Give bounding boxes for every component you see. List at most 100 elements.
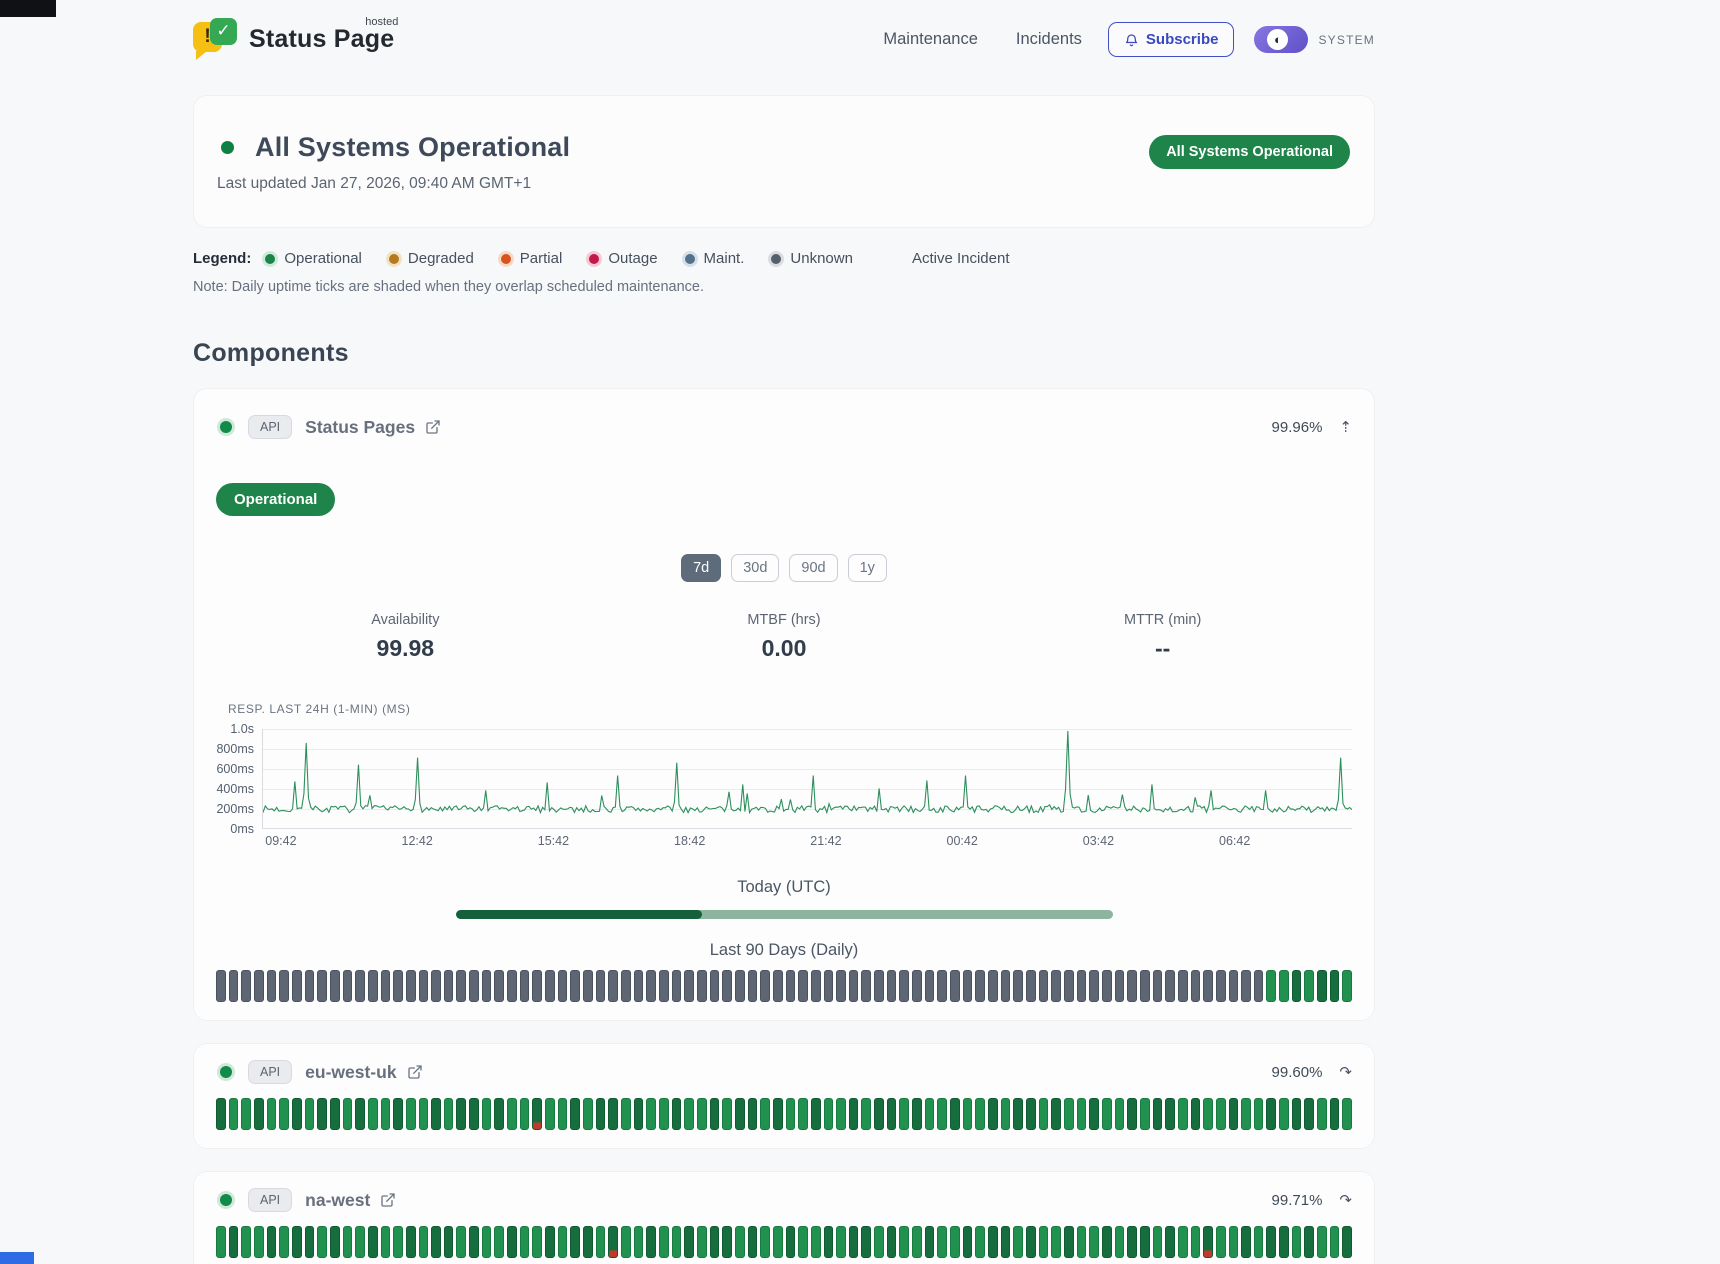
- uptime-tick[interactable]: [520, 1098, 530, 1130]
- uptime-tick[interactable]: [1001, 1226, 1011, 1258]
- uptime-tick[interactable]: [1178, 1226, 1188, 1258]
- uptime-tick[interactable]: [672, 1226, 682, 1258]
- expand-cycle-arrow-icon[interactable]: ↷: [1339, 1065, 1352, 1080]
- uptime-tick[interactable]: [861, 970, 871, 1002]
- uptime-tick[interactable]: [988, 1098, 998, 1130]
- uptime-tick[interactable]: [646, 1098, 656, 1130]
- uptime-tick[interactable]: [748, 1098, 758, 1130]
- uptime-tick[interactable]: [1153, 970, 1163, 1002]
- uptime-tick[interactable]: [1292, 1226, 1302, 1258]
- uptime-tick[interactable]: [1266, 1098, 1276, 1130]
- uptime-tick[interactable]: [988, 1226, 998, 1258]
- uptime-tick[interactable]: [254, 970, 264, 1002]
- uptime-tick[interactable]: [1254, 1098, 1264, 1130]
- uptime-tick[interactable]: [887, 1226, 897, 1258]
- uptime-tick[interactable]: [317, 1098, 327, 1130]
- uptime-tick[interactable]: [1241, 970, 1251, 1002]
- uptime-tick[interactable]: [697, 1226, 707, 1258]
- uptime-tick[interactable]: [773, 970, 783, 1002]
- uptime-tick[interactable]: [963, 970, 973, 1002]
- external-link-icon[interactable]: [380, 1192, 396, 1208]
- uptime-tick[interactable]: [241, 1098, 251, 1130]
- uptime-tick[interactable]: [621, 970, 631, 1002]
- uptime-tick[interactable]: [1203, 1098, 1213, 1130]
- uptime-tick[interactable]: [1229, 1226, 1239, 1258]
- uptime-tick[interactable]: [1317, 1226, 1327, 1258]
- uptime-tick[interactable]: [697, 1098, 707, 1130]
- uptime-tick[interactable]: [431, 970, 441, 1002]
- uptime-tick[interactable]: [305, 1098, 315, 1130]
- uptime-tick[interactable]: [482, 1098, 492, 1130]
- uptime-tick[interactable]: [608, 1226, 618, 1258]
- uptime-tick[interactable]: [912, 1098, 922, 1130]
- uptime-tick[interactable]: [786, 1098, 796, 1130]
- uptime-tick[interactable]: [684, 970, 694, 1002]
- uptime-tick[interactable]: [874, 970, 884, 1002]
- uptime-tick[interactable]: [419, 970, 429, 1002]
- uptime-tick[interactable]: [1191, 1226, 1201, 1258]
- uptime-tick[interactable]: [1077, 1098, 1087, 1130]
- uptime-tick[interactable]: [267, 970, 277, 1002]
- uptime-tick[interactable]: [482, 1226, 492, 1258]
- range-button-7d[interactable]: 7d: [681, 554, 721, 582]
- uptime-tick[interactable]: [419, 1098, 429, 1130]
- uptime-tick[interactable]: [507, 1098, 517, 1130]
- uptime-tick[interactable]: [786, 970, 796, 1002]
- uptime-tick[interactable]: [279, 970, 289, 1002]
- uptime-tick[interactable]: [494, 970, 504, 1002]
- uptime-tick[interactable]: [975, 1226, 985, 1258]
- uptime-tick[interactable]: [925, 970, 935, 1002]
- uptime-tick[interactable]: [1102, 1226, 1112, 1258]
- uptime-tick[interactable]: [406, 1098, 416, 1130]
- uptime-tick[interactable]: [241, 970, 251, 1002]
- uptime-tick[interactable]: [1039, 1098, 1049, 1130]
- uptime-tick[interactable]: [216, 970, 226, 1002]
- uptime-tick[interactable]: [950, 1098, 960, 1130]
- uptime-tick[interactable]: [1165, 970, 1175, 1002]
- uptime-tick[interactable]: [937, 970, 947, 1002]
- uptime-tick[interactable]: [1140, 1098, 1150, 1130]
- uptime-tick[interactable]: [1153, 1098, 1163, 1130]
- uptime-tick[interactable]: [646, 970, 656, 1002]
- uptime-tick[interactable]: [1330, 1226, 1340, 1258]
- uptime-tick[interactable]: [431, 1226, 441, 1258]
- uptime-tick[interactable]: [1178, 1098, 1188, 1130]
- uptime-tick[interactable]: [1013, 1098, 1023, 1130]
- uptime-tick[interactable]: [254, 1098, 264, 1130]
- uptime-tick[interactable]: [659, 970, 669, 1002]
- uptime-tick[interactable]: [1115, 1098, 1125, 1130]
- nav-link-maintenance[interactable]: Maintenance: [883, 30, 977, 49]
- range-button-1y[interactable]: 1y: [848, 554, 887, 582]
- uptime-tick[interactable]: [950, 970, 960, 1002]
- uptime-tick[interactable]: [596, 1098, 606, 1130]
- uptime-tick[interactable]: [393, 1098, 403, 1130]
- uptime-tick[interactable]: [279, 1098, 289, 1130]
- uptime-tick[interactable]: [836, 1226, 846, 1258]
- uptime-tick[interactable]: [824, 970, 834, 1002]
- range-button-30d[interactable]: 30d: [731, 554, 779, 582]
- uptime-tick[interactable]: [355, 1098, 365, 1130]
- uptime-tick[interactable]: [1165, 1098, 1175, 1130]
- uptime-tick[interactable]: [735, 1226, 745, 1258]
- uptime-tick[interactable]: [672, 1098, 682, 1130]
- uptime-tick[interactable]: [1191, 970, 1201, 1002]
- uptime-tick[interactable]: [216, 1226, 226, 1258]
- uptime-tick[interactable]: [861, 1226, 871, 1258]
- uptime-tick[interactable]: [634, 1226, 644, 1258]
- uptime-tick[interactable]: [811, 970, 821, 1002]
- uptime-tick[interactable]: [1304, 1226, 1314, 1258]
- uptime-tick[interactable]: [520, 970, 530, 1002]
- uptime-tick[interactable]: [545, 1226, 555, 1258]
- uptime-tick[interactable]: [1178, 970, 1188, 1002]
- uptime-tick[interactable]: [1203, 970, 1213, 1002]
- uptime-tick[interactable]: [456, 1226, 466, 1258]
- uptime-tick[interactable]: [532, 970, 542, 1002]
- uptime-tick[interactable]: [596, 1226, 606, 1258]
- uptime-tick[interactable]: [1115, 1226, 1125, 1258]
- uptime-tick[interactable]: [1039, 1226, 1049, 1258]
- uptime-tick[interactable]: [786, 1226, 796, 1258]
- uptime-tick[interactable]: [532, 1226, 542, 1258]
- uptime-tick[interactable]: [381, 970, 391, 1002]
- uptime-tick[interactable]: [279, 1226, 289, 1258]
- uptime-tick[interactable]: [1203, 1226, 1213, 1258]
